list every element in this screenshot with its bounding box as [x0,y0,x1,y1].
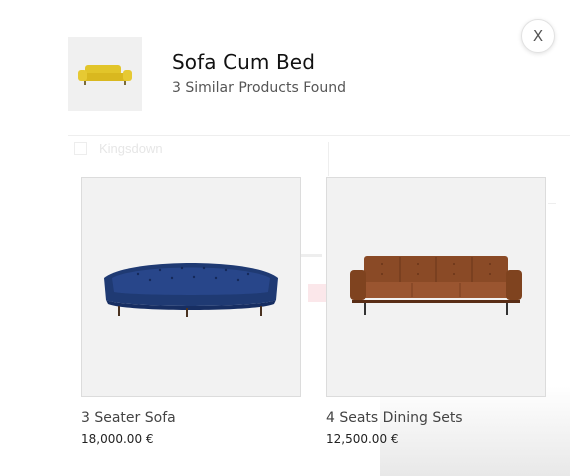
close-button[interactable]: X [521,19,555,53]
product-price: 12,500.00 € [326,432,399,446]
product-name[interactable]: 3 Seater Sofa [81,410,176,426]
background-badge [308,284,326,302]
product-price: 18,000.00 € [81,432,154,446]
divider [300,254,322,257]
product-image[interactable] [326,177,546,397]
divider [548,203,556,204]
product-name[interactable]: 4 Seats Dining Sets [326,410,463,426]
divider [328,142,329,176]
divider [68,135,570,136]
product-image[interactable] [81,177,301,397]
blue-sofa-image [104,263,278,317]
background-shade [380,386,570,476]
product-thumbnail [68,37,142,111]
yellow-sofa-icon [78,65,132,85]
similar-count-text: 3 Similar Products Found [172,80,346,96]
background-filter-label: Kingsdown [99,141,163,156]
brown-sofa-image [350,256,522,315]
background-checkbox [74,142,87,155]
modal-title: Sofa Cum Bed [172,50,315,74]
